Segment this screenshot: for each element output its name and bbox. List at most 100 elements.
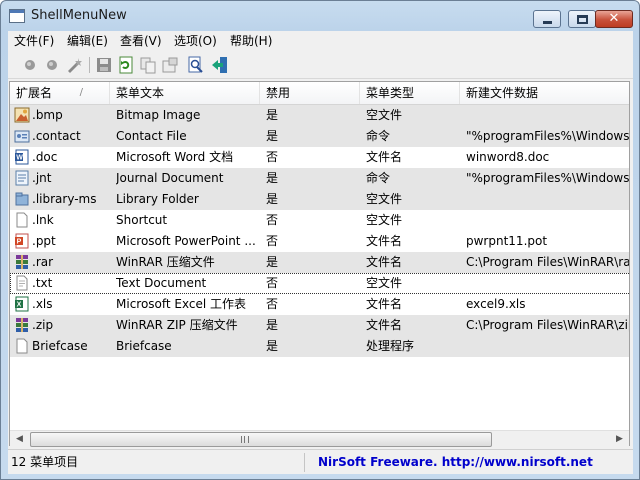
- save-icon: [97, 58, 111, 72]
- cell-menu-type: 文件名: [366, 234, 403, 248]
- cell-new-file-data: C:\Program Files\WinRAR\rar: [466, 255, 630, 269]
- bmp-icon: [14, 107, 30, 123]
- nirsoft-link[interactable]: NirSoft Freeware. http://www.nirsoft.net: [318, 453, 593, 472]
- cell-disabled: 否: [266, 234, 279, 248]
- title-bar[interactable]: ShellMenuNew ✕: [1, 1, 639, 31]
- cell-menu-text: Bitmap Image: [116, 108, 201, 122]
- table-row[interactable]: .jnt Journal Document 是 命令 "%programFile…: [10, 168, 630, 189]
- list-header: 扩展名 / 菜单文本 禁用 菜单类型 新建文件数据: [10, 82, 629, 105]
- cell-disabled: 否: [266, 276, 279, 290]
- cell-new-file-data: [466, 189, 629, 210]
- cell-menu-type: 处理程序: [366, 339, 415, 353]
- cell-disabled: 是: [266, 339, 279, 353]
- cell-menu-type: 空文件: [366, 213, 403, 227]
- cell-menu-text: Contact File: [116, 129, 187, 143]
- table-row[interactable]: .rar WinRAR 压缩文件 是 文件名 C:\Program Files\…: [10, 252, 630, 273]
- cell-extension: .txt: [32, 276, 53, 290]
- cell-menu-type: 命令: [366, 171, 391, 185]
- wizard-button[interactable]: [65, 56, 83, 74]
- cell-new-file-data: "%programFiles%\Windows J: [466, 171, 630, 185]
- cell-extension: .bmp: [32, 108, 63, 122]
- enable-button[interactable]: [21, 56, 39, 74]
- table-row[interactable]: .lnk Shortcut 否 空文件: [10, 210, 629, 231]
- library-icon: [15, 192, 29, 206]
- client-area: 文件(F) 编辑(E) 查看(V) 选项(O) 帮助(H) 扩展名 / 菜单文本…: [8, 31, 633, 474]
- column-header-extension[interactable]: 扩展名 /: [10, 82, 110, 104]
- cell-menu-type: 空文件: [366, 192, 403, 206]
- cell-disabled: 是: [266, 129, 279, 143]
- cell-menu-type: 空文件: [366, 108, 403, 122]
- svg-text:W: W: [16, 155, 23, 162]
- refresh-button[interactable]: [117, 56, 135, 74]
- table-row[interactable]: .txt Text Document 否 空文件: [10, 273, 629, 294]
- column-header-menu-type[interactable]: 菜单类型: [360, 82, 460, 104]
- column-header-disabled[interactable]: 禁用: [260, 82, 360, 104]
- cell-new-file-data: [466, 336, 629, 357]
- find-button[interactable]: [187, 56, 205, 74]
- cell-extension: .doc: [32, 150, 58, 164]
- cell-new-file-data: C:\Program Files\WinRAR\zip: [466, 318, 630, 332]
- app-icon: [9, 9, 25, 23]
- toolbar-separator: [89, 57, 90, 73]
- minimize-button[interactable]: [533, 10, 561, 28]
- enable-icon: [25, 60, 35, 70]
- cell-menu-type: 文件名: [366, 318, 403, 332]
- menu-edit[interactable]: 编辑(E): [67, 33, 108, 50]
- cell-disabled: 是: [266, 108, 279, 122]
- exit-icon: [212, 57, 227, 73]
- find-icon: [188, 56, 203, 73]
- properties-button[interactable]: [161, 56, 179, 74]
- scroll-left-button[interactable]: ◀: [11, 432, 28, 447]
- winrar-icon: [16, 255, 28, 269]
- menu-help[interactable]: 帮助(H): [230, 33, 272, 50]
- cell-extension: .contact: [32, 129, 81, 143]
- cell-extension: Briefcase: [32, 339, 88, 353]
- table-row[interactable]: W .doc Microsoft Word 文档 否 文件名 winword8.…: [10, 147, 629, 168]
- cell-new-file-data: excel9.xls: [466, 297, 526, 311]
- horizontal-scrollbar[interactable]: ◀ ▶: [10, 430, 629, 447]
- menu-bar: 文件(F) 编辑(E) 查看(V) 选项(O) 帮助(H): [8, 31, 633, 51]
- menu-view[interactable]: 查看(V): [120, 33, 162, 50]
- table-row[interactable]: .contact Contact File 是 命令 "%programFile…: [10, 126, 629, 147]
- cell-disabled: 是: [266, 318, 279, 332]
- status-item-count: 12 菜单项目: [9, 453, 305, 472]
- excel-icon: X: [15, 296, 29, 312]
- copy-button[interactable]: [139, 56, 157, 74]
- maximize-button[interactable]: [568, 10, 596, 28]
- table-row[interactable]: .library-ms Library Folder 是 空文件: [10, 189, 629, 210]
- cell-menu-text: WinRAR 压缩文件: [116, 255, 215, 269]
- cell-disabled: 是: [266, 171, 279, 185]
- cell-extension: .rar: [32, 255, 54, 269]
- table-row[interactable]: Briefcase Briefcase 是 处理程序: [10, 336, 629, 357]
- table-row[interactable]: .zip WinRAR ZIP 压缩文件 是 文件名 C:\Program Fi…: [10, 315, 630, 336]
- journal-icon: [15, 170, 29, 186]
- menu-file[interactable]: 文件(F): [14, 33, 54, 50]
- table-row[interactable]: .bmp Bitmap Image 是 空文件: [10, 105, 629, 126]
- menu-options[interactable]: 选项(O): [174, 33, 217, 50]
- save-button[interactable]: [95, 56, 113, 74]
- menu-items-list[interactable]: 扩展名 / 菜单文本 禁用 菜单类型 新建文件数据 .bmp Bitmap Im…: [9, 81, 630, 446]
- table-row[interactable]: X .xls Microsoft Excel 工作表 否 文件名 excel9.…: [10, 294, 629, 315]
- properties-icon: [162, 57, 178, 73]
- table-row[interactable]: P .ppt Microsoft PowerPoint ... 否 文件名 pw…: [10, 231, 629, 252]
- word-icon: W: [15, 149, 29, 165]
- close-button[interactable]: ✕: [595, 10, 633, 28]
- briefcase-icon: [16, 338, 28, 354]
- cell-menu-text: Library Folder: [116, 192, 199, 206]
- cell-disabled: 否: [266, 297, 279, 311]
- scroll-right-button[interactable]: ▶: [611, 432, 628, 447]
- cell-menu-text: Microsoft Excel 工作表: [116, 297, 247, 311]
- column-header-new-file-data[interactable]: 新建文件数据: [460, 82, 629, 104]
- cell-disabled: 否: [266, 150, 279, 164]
- exit-button[interactable]: [211, 56, 229, 74]
- window-title: ShellMenuNew: [31, 8, 127, 23]
- cell-menu-text: Briefcase: [116, 339, 172, 353]
- cell-extension: .jnt: [32, 171, 52, 185]
- column-header-menu-text[interactable]: 菜单文本: [110, 82, 260, 104]
- svg-text:P: P: [17, 239, 22, 246]
- cell-menu-text: Shortcut: [116, 213, 168, 227]
- disable-button[interactable]: [43, 56, 61, 74]
- scroll-thumb[interactable]: [30, 432, 492, 447]
- powerpoint-icon: P: [15, 233, 29, 249]
- cell-new-file-data: [466, 210, 629, 231]
